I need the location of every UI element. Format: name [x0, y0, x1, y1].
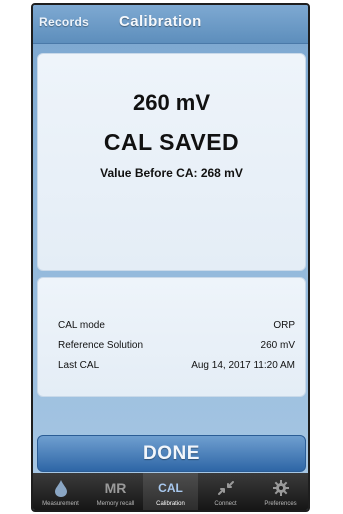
info-row-reference-solution: Reference Solution 260 mV	[58, 340, 295, 356]
calibration-result-card: 260 mV CAL SAVED Value Before CA: 268 mV	[37, 53, 306, 271]
cal-status: CAL SAVED	[103, 129, 240, 155]
tab-memory-recall[interactable]: MR Memory recall	[88, 473, 143, 510]
tab-label: Memory recall	[96, 501, 135, 507]
tab-label: Measurement	[42, 501, 79, 507]
tab-label: Calibration	[156, 501, 185, 507]
connect-arrows-icon	[198, 478, 253, 498]
tab-bar: Measurement MR Memory recall CAL Calibra…	[33, 473, 308, 510]
gear-icon	[253, 478, 308, 498]
nav-header: Records Calibration	[33, 5, 308, 44]
page-title: Calibration	[119, 13, 202, 30]
info-label: CAL mode	[58, 320, 105, 331]
info-value: ORP	[273, 320, 295, 331]
done-button[interactable]: DONE	[37, 435, 306, 472]
tab-preferences[interactable]: Preferences	[253, 473, 308, 510]
cal-icon: CAL	[158, 481, 183, 495]
info-value: 260 mV	[260, 340, 295, 351]
value-before-cal: Value Before CA: 268 mV	[100, 166, 243, 180]
records-back-button[interactable]: Records	[39, 15, 89, 29]
info-label: Reference Solution	[58, 340, 144, 351]
info-label: Last CAL	[58, 360, 100, 371]
info-value: Aug 14, 2017 11:20 AM	[191, 360, 295, 371]
drop-icon	[33, 478, 88, 498]
info-row-cal-mode: CAL mode ORP	[58, 320, 295, 336]
tab-connect[interactable]: Connect	[198, 473, 253, 510]
tab-calibration[interactable]: CAL Calibration	[143, 473, 198, 510]
tab-label: Preferences	[264, 501, 297, 507]
mr-icon: MR	[104, 480, 127, 496]
calibration-info-card: CAL mode ORP Reference Solution 260 mV L…	[37, 277, 306, 397]
tab-label: Connect	[214, 501, 237, 507]
calibrated-value: 260 mV	[132, 90, 211, 115]
tab-measurement[interactable]: Measurement	[33, 473, 88, 510]
phone-screen: Records Calibration 260 mV CAL SAVED Val…	[31, 3, 310, 512]
info-row-last-cal: Last CAL Aug 14, 2017 11:20 AM	[58, 360, 295, 376]
